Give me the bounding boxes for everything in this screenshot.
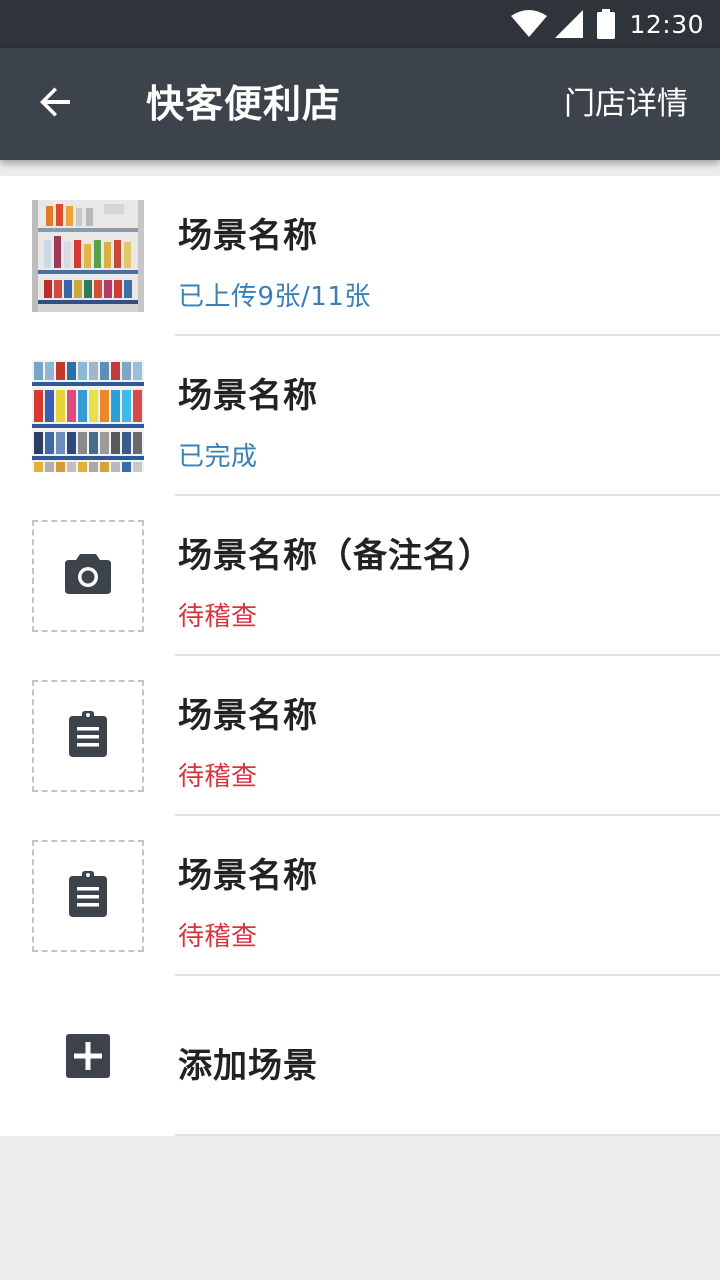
scene-name: 场景名称 <box>178 216 318 256</box>
scene-item[interactable]: 场景名称 待稽查 <box>0 656 720 816</box>
add-scene-label: 添加场景 <box>178 1046 318 1086</box>
status-icons: 12:30 <box>511 0 704 48</box>
clock: 12:30 <box>629 9 704 39</box>
store-details-button[interactable]: 门店详情 <box>564 48 688 160</box>
back-button[interactable] <box>28 76 84 132</box>
scene-name: 场景名称 <box>178 696 318 736</box>
scene-name: 场景名称（备注名） <box>178 536 493 576</box>
scene-placeholder[interactable] <box>32 840 144 952</box>
scene-item[interactable]: 场景名称 已完成 <box>0 336 720 496</box>
add-scene-button[interactable]: 添加场景 <box>0 976 720 1136</box>
scene-status: 待稽查 <box>178 602 258 632</box>
add-box-icon <box>66 1034 110 1078</box>
scene-status: 待稽查 <box>178 922 258 952</box>
scene-item[interactable]: 场景名称 已上传9张/11张 <box>0 176 720 336</box>
scene-status: 已上传9张/11张 <box>178 282 371 312</box>
status-bar: 12:30 <box>0 0 720 48</box>
take-photo-button[interactable] <box>32 520 144 632</box>
scene-photo <box>32 200 144 312</box>
battery-icon <box>597 9 616 39</box>
signal-icon <box>555 10 584 38</box>
app-bar: 快客便利店 门店详情 <box>0 48 720 160</box>
scene-item[interactable]: 场景名称 待稽查 <box>0 816 720 976</box>
scene-status: 待稽查 <box>178 762 258 792</box>
scene-placeholder[interactable] <box>32 680 144 792</box>
wifi-icon <box>511 10 548 38</box>
camera-icon <box>65 554 111 598</box>
page-title: 快客便利店 <box>146 82 342 126</box>
arrow-left-icon <box>38 84 74 124</box>
scene-list: 场景名称 已上传9张/11张 场景名称 已完成 场景名称（备注名） 待稽查 场景… <box>0 176 720 1136</box>
scene-photo <box>32 360 144 472</box>
scene-status: 已完成 <box>178 442 258 472</box>
scene-item[interactable]: 场景名称（备注名） 待稽查 <box>0 496 720 656</box>
scene-name: 场景名称 <box>178 376 318 416</box>
clipboard-icon <box>69 711 107 761</box>
divider <box>175 1134 720 1136</box>
scene-name: 场景名称 <box>178 856 318 896</box>
clipboard-icon <box>69 871 107 921</box>
